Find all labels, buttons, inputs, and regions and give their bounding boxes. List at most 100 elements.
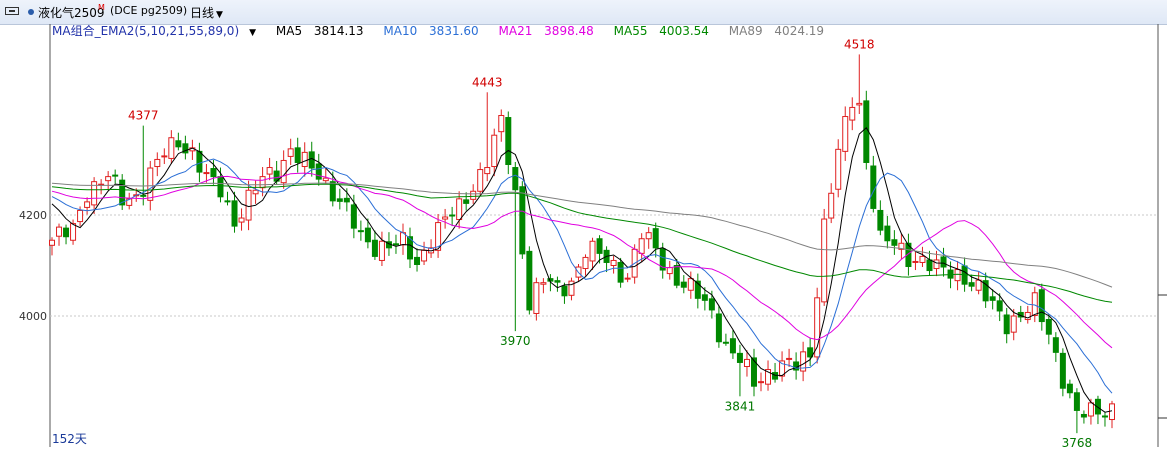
low-price-label: 3841: [725, 399, 756, 413]
candle-body: [1045, 319, 1052, 335]
candle-body: [856, 102, 863, 106]
candle-body: [722, 341, 729, 344]
candle-body: [1073, 392, 1080, 411]
price-chart[interactable]: 4000 4200 4377 4443 3970 3841 4518 3768 152天: [0, 0, 1167, 451]
y-tick-label: 4000: [19, 310, 47, 323]
y-tick-label: 4200: [19, 209, 47, 222]
candle-body: [161, 155, 168, 158]
candle-body: [357, 230, 364, 233]
candle-body: [772, 372, 779, 380]
candle-body: [477, 169, 484, 192]
candle-body: [498, 115, 505, 133]
candle-body: [105, 176, 112, 182]
candle-body: [378, 240, 385, 261]
candle-body: [308, 151, 315, 169]
candle-body: [758, 381, 765, 384]
candle-body: [414, 256, 421, 265]
candle-body: [877, 209, 884, 231]
candle-body: [491, 134, 498, 168]
candle-body: [505, 117, 512, 166]
candle-body: [729, 338, 736, 354]
candle-body: [371, 239, 378, 257]
high-price-label: 4518: [844, 37, 875, 51]
candle-body: [196, 150, 203, 173]
candle-body: [168, 137, 175, 159]
candle-body: [392, 243, 399, 246]
candle-body: [645, 232, 652, 240]
candle-body: [1031, 292, 1038, 316]
candle-body: [849, 106, 856, 121]
candle-body: [989, 296, 996, 301]
candle-body: [926, 259, 933, 272]
candle-body: [821, 218, 828, 303]
candle-body: [350, 204, 357, 229]
candle-body: [1003, 314, 1010, 335]
candle-body: [217, 176, 224, 198]
candle-body: [175, 140, 182, 148]
candle-body: [463, 199, 470, 204]
candle-body: [996, 300, 1003, 312]
candle-body: [870, 165, 877, 209]
candle-body: [940, 256, 947, 268]
candle-body: [687, 278, 694, 291]
candle-body: [442, 216, 449, 220]
candle-body: [1087, 402, 1094, 417]
candle-body: [652, 228, 659, 249]
candle-body: [294, 147, 301, 163]
candle-body: [884, 225, 891, 242]
candle-body: [589, 240, 596, 262]
candle-body: [554, 280, 561, 283]
candle-body: [63, 227, 70, 238]
candle-body: [470, 190, 477, 200]
candle-body: [743, 358, 750, 367]
candle-body: [919, 255, 926, 263]
candle-body: [484, 167, 491, 175]
candle-body: [245, 189, 252, 221]
candle-body: [364, 227, 371, 243]
candle-body: [1080, 413, 1087, 418]
candle-body: [835, 148, 842, 190]
candle-body: [322, 177, 329, 182]
candle-body: [666, 267, 673, 275]
candle-body: [736, 352, 743, 363]
candle-body: [231, 200, 238, 227]
candle-body: [933, 259, 940, 270]
candle-body: [210, 168, 217, 178]
candle-body: [954, 269, 961, 282]
candle-body: [315, 163, 322, 180]
candle-body: [793, 361, 800, 371]
candle-body: [526, 250, 533, 311]
candle-body: [280, 159, 287, 184]
candle-body: [301, 151, 308, 168]
candle-body: [238, 217, 245, 223]
candle-body: [715, 313, 722, 343]
candle-body: [1010, 315, 1017, 333]
candle-body: [252, 189, 259, 195]
candle-body: [891, 239, 898, 246]
candle-body: [561, 285, 568, 297]
candle-body: [336, 198, 343, 202]
candle-body: [582, 256, 589, 270]
candle-body: [1066, 383, 1073, 394]
candle-body: [1059, 352, 1066, 389]
candle-body: [77, 209, 84, 223]
candle-body: [786, 357, 793, 360]
candle-body: [224, 200, 231, 203]
candle-body: [1052, 337, 1059, 353]
candle-body: [828, 192, 835, 219]
candle-body: [449, 214, 456, 217]
visible-days-label: 152天: [52, 432, 87, 446]
candle-body: [617, 261, 624, 283]
candle-body: [84, 201, 91, 208]
low-price-label: 3768: [1062, 436, 1093, 450]
candle-body: [519, 186, 526, 255]
low-price-label: 3970: [500, 334, 531, 348]
candle-body: [421, 249, 428, 262]
candle-body: [512, 167, 519, 191]
candle-body: [638, 238, 645, 254]
candle-body: [912, 260, 919, 263]
candle-body: [49, 239, 55, 246]
candle-body: [287, 148, 294, 157]
candle-body: [1109, 403, 1115, 421]
candle-body: [708, 298, 715, 311]
